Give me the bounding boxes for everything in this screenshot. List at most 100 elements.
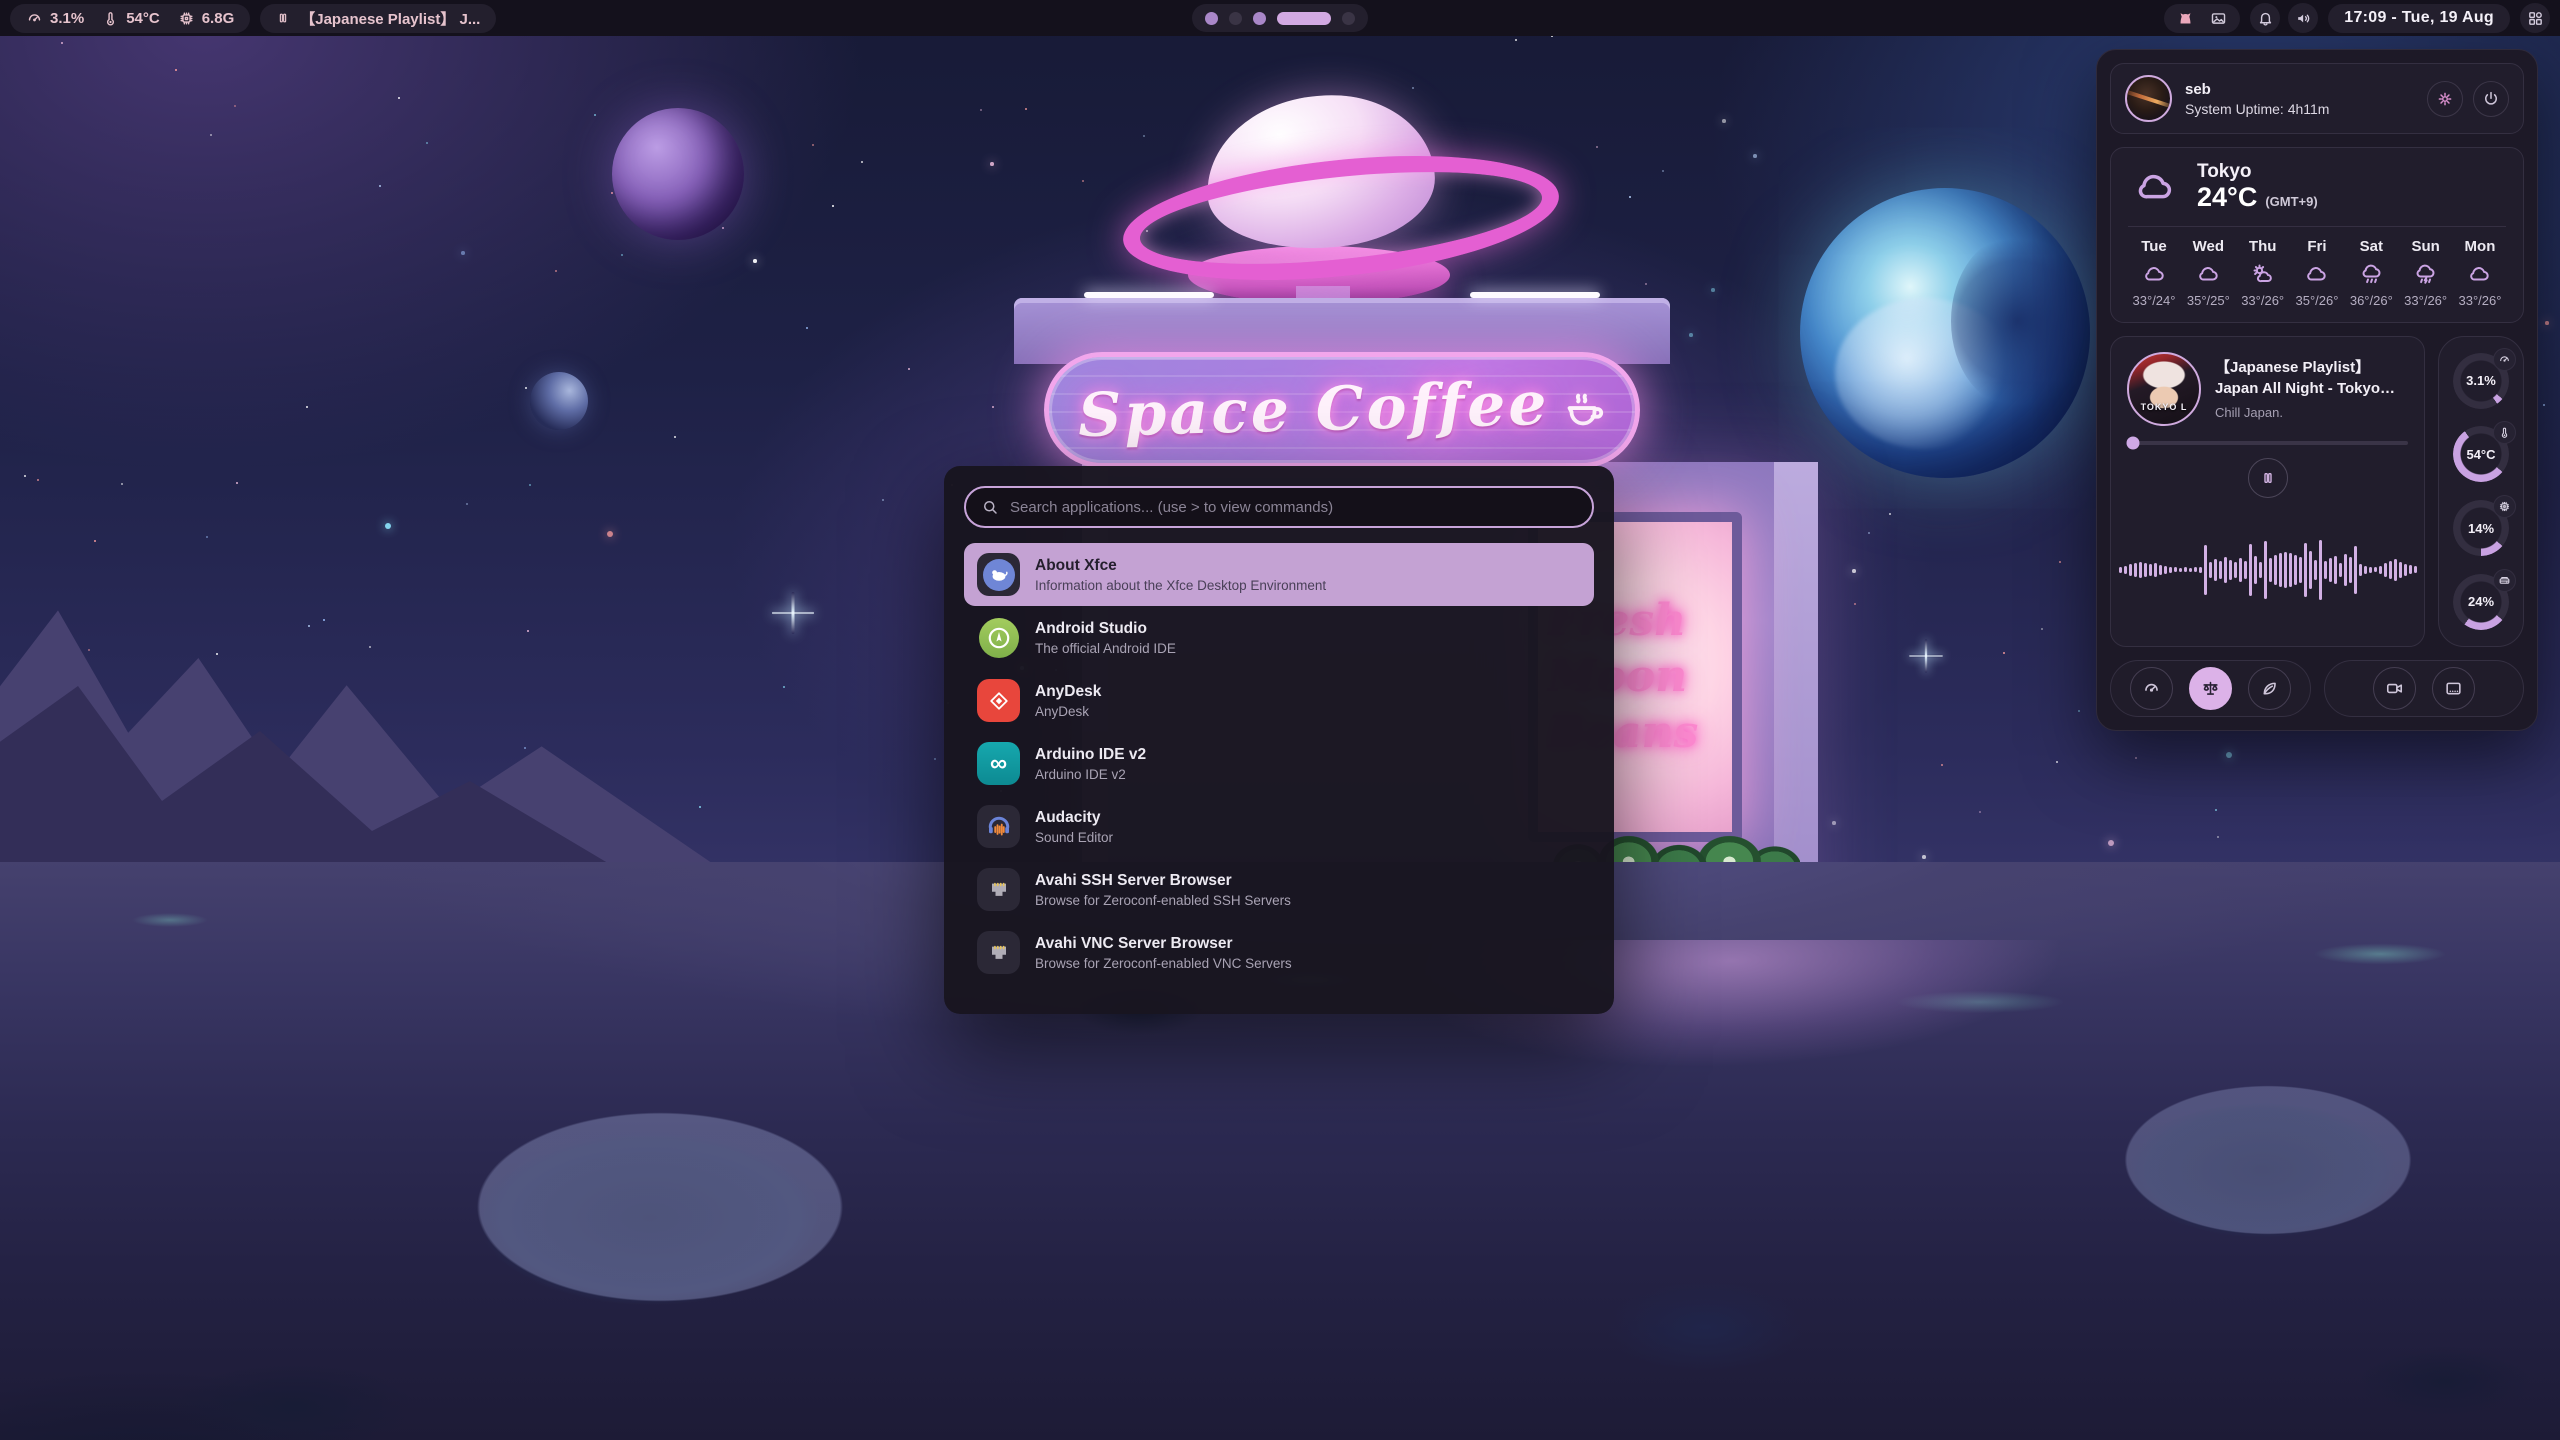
star xyxy=(216,653,218,655)
app-name: Arduino IDE v2 xyxy=(1035,746,1146,764)
scales-button[interactable] xyxy=(2189,667,2232,710)
video-button[interactable] xyxy=(2373,667,2416,710)
progress-bar[interactable] xyxy=(2127,441,2408,445)
waveform-bar xyxy=(2289,553,2292,587)
speaker-button[interactable] xyxy=(2288,3,2318,33)
star xyxy=(2545,321,2549,325)
avatar[interactable] xyxy=(2125,75,2172,122)
album-art[interactable]: TOKYO L xyxy=(2127,352,2201,426)
now-playing-label: 【Japanese Playlist】 J... xyxy=(300,8,480,29)
now-playing-pill[interactable]: 【Japanese Playlist】 J... xyxy=(260,4,496,33)
waveform-bar xyxy=(2384,563,2387,577)
xfce-logo-icon xyxy=(977,553,1020,596)
star xyxy=(1854,603,1856,605)
star xyxy=(385,523,391,529)
tray-image-icon[interactable] xyxy=(2210,10,2227,27)
star xyxy=(379,185,381,187)
leaf-button[interactable] xyxy=(2248,667,2291,710)
search-input[interactable] xyxy=(1010,499,1577,516)
workspace-dot-2[interactable] xyxy=(1229,12,1242,25)
waveform-bar xyxy=(2364,566,2367,574)
star xyxy=(61,42,63,44)
app-texts: Android Studio The official Android IDE xyxy=(1035,620,1176,656)
bell-button[interactable] xyxy=(2250,3,2280,33)
star xyxy=(308,625,310,627)
thermometer-icon xyxy=(2493,421,2516,444)
forecast-temps: 33°/26° xyxy=(2404,293,2447,308)
waveform-bar xyxy=(2179,568,2182,572)
progress-knob[interactable] xyxy=(2126,436,2139,449)
screen-icon xyxy=(2444,679,2463,698)
anydesk-icon xyxy=(977,679,1020,722)
overview-button[interactable] xyxy=(2520,3,2550,33)
weather-city: Tokyo xyxy=(2197,161,2318,183)
app-texts: Avahi SSH Server BrowserBrowse for Zeroc… xyxy=(1035,872,1291,908)
star xyxy=(806,327,808,329)
app-row[interactable]: ∞Arduino IDE v2Arduino IDE v2 xyxy=(964,732,1594,795)
app-row[interactable]: Avahi SSH Server BrowserBrowse for Zeroc… xyxy=(964,858,1594,921)
system-tray xyxy=(2164,4,2240,33)
app-row[interactable]: AudacitySound Editor xyxy=(964,795,1594,858)
star xyxy=(2078,710,2080,712)
purple-planet xyxy=(612,108,744,240)
app-row[interactable]: Android Studio The official Android IDE xyxy=(964,606,1594,669)
forecast-day-label: Fri xyxy=(2307,238,2326,255)
waveform-bar xyxy=(2129,564,2132,576)
star xyxy=(369,646,371,648)
play-pause-button[interactable] xyxy=(2248,458,2288,498)
star xyxy=(861,161,863,163)
app-texts: About XfceInformation about the Xfce Des… xyxy=(1035,557,1326,593)
app-description: The official Android IDE xyxy=(1035,641,1176,656)
clock[interactable]: 17:09 - Tue, 19 Aug xyxy=(2328,4,2510,33)
neon-sign: Space Coffee xyxy=(1044,352,1640,468)
waveform-bar xyxy=(2244,561,2247,579)
star xyxy=(1645,283,1647,285)
gauge-button[interactable] xyxy=(2130,667,2173,710)
app-row[interactable]: AnyDeskAnyDesk xyxy=(964,669,1594,732)
app-row[interactable]: About XfceInformation about the Xfce Des… xyxy=(964,543,1594,606)
star xyxy=(323,619,325,621)
neon-sign-text: Space Coffee xyxy=(1077,369,1550,451)
waveform-bar xyxy=(2354,546,2357,594)
media-row: TOKYO L 【Japanese Playlist】 Japan All Ni… xyxy=(2110,336,2524,647)
app-description: Sound Editor xyxy=(1035,830,1113,845)
workspace-dot-4[interactable] xyxy=(1277,12,1331,25)
screen-button[interactable] xyxy=(2432,667,2475,710)
star xyxy=(934,758,936,760)
waveform-bar xyxy=(2214,559,2217,581)
workspace-dot-5[interactable] xyxy=(1342,12,1355,25)
star xyxy=(1922,855,1926,859)
app-row[interactable]: Avahi VNC Server BrowserBrowse for Zeroc… xyxy=(964,921,1594,984)
waveform-bar xyxy=(2284,552,2287,588)
power-button[interactable] xyxy=(2473,81,2509,117)
star xyxy=(674,436,676,438)
app-launcher: About XfceInformation about the Xfce Des… xyxy=(944,466,1614,1014)
earth-planet xyxy=(1800,188,2090,478)
app-texts: AnyDeskAnyDesk xyxy=(1035,683,1101,719)
app-texts: AudacitySound Editor xyxy=(1035,809,1113,845)
star xyxy=(1629,196,1631,198)
waveform-bar xyxy=(2294,555,2297,585)
gauge-icon xyxy=(2142,679,2161,698)
cloud-icon xyxy=(2303,262,2330,286)
forecast-day-mon: Mon33°/26° xyxy=(2454,238,2506,308)
settings-button[interactable] xyxy=(2427,81,2463,117)
leaf-icon xyxy=(2260,679,2279,698)
star xyxy=(621,254,623,256)
weather-temperature: 24°C xyxy=(2197,183,2257,213)
waveform-bar xyxy=(2154,563,2157,577)
waveform-bar xyxy=(2299,557,2302,583)
app-name: AnyDesk xyxy=(1035,683,1101,701)
waveform-bar xyxy=(2229,560,2232,580)
workspace-dot-1[interactable] xyxy=(1205,12,1218,25)
workspace-dot-3[interactable] xyxy=(1253,12,1266,25)
tray-cat-icon[interactable] xyxy=(2177,10,2194,27)
waveform-bar xyxy=(2319,540,2322,600)
app-name: Android Studio xyxy=(1035,620,1176,638)
star xyxy=(236,482,238,484)
waveform-bar xyxy=(2169,567,2172,573)
music-player: TOKYO L 【Japanese Playlist】 Japan All Ni… xyxy=(2110,336,2425,647)
waveform-bar xyxy=(2349,557,2352,583)
waveform-bar xyxy=(2189,568,2192,572)
search-bar[interactable] xyxy=(964,486,1594,528)
